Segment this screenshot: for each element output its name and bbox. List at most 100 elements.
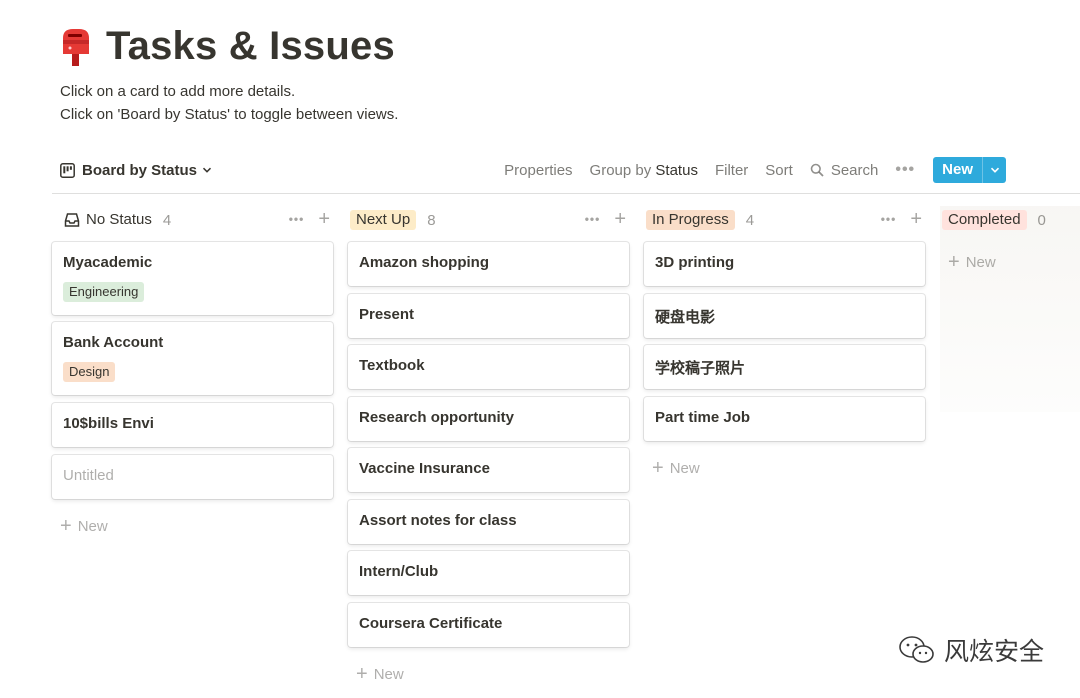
toolbar-divider bbox=[52, 193, 1080, 194]
card-title: 10$bills Envi bbox=[63, 415, 154, 432]
column-status-tag[interactable]: Completed bbox=[942, 210, 1027, 230]
more-icon[interactable]: ••• bbox=[289, 212, 305, 226]
sort-button[interactable]: Sort bbox=[765, 162, 793, 179]
more-icon[interactable]: ••• bbox=[881, 212, 897, 226]
board-card[interactable]: Myacademic Engineering bbox=[52, 242, 333, 315]
add-card-label: New bbox=[965, 254, 996, 271]
board-card[interactable]: Present bbox=[348, 294, 629, 338]
add-card-button[interactable]: + New bbox=[652, 457, 700, 479]
board-card[interactable]: 学校稿子照片 bbox=[644, 345, 925, 389]
column-count: 4 bbox=[745, 211, 755, 229]
search-icon bbox=[810, 163, 824, 177]
column-actions: ••• + bbox=[881, 209, 922, 229]
add-card-label: New bbox=[77, 518, 108, 535]
column-count: 8 bbox=[427, 211, 436, 229]
group-by-value: Status bbox=[655, 161, 698, 179]
search-button[interactable]: Search bbox=[810, 161, 879, 179]
card-title: Untitled bbox=[63, 467, 114, 484]
database-toolbar: Board by Status Properties Group by Stat… bbox=[60, 154, 1080, 186]
board-card[interactable]: Vaccine Insurance bbox=[348, 448, 629, 492]
board-column: In Progress 4 ••• +3D printing 硬盘电影 学校稿子照片 Par… bbox=[644, 206, 926, 478]
board-card[interactable]: Amazon shopping bbox=[348, 242, 629, 286]
card-title: Intern/Club bbox=[359, 563, 439, 580]
board-card[interactable]: Research opportunity bbox=[348, 397, 629, 441]
board-card[interactable]: 3D printing bbox=[644, 242, 925, 286]
card-title: 3D printing bbox=[655, 254, 735, 271]
new-button[interactable]: New bbox=[933, 157, 1006, 183]
board-card[interactable]: Coursera Certificate bbox=[348, 603, 629, 647]
plus-icon[interactable]: + bbox=[614, 209, 626, 229]
chevron-down-icon bbox=[990, 167, 999, 173]
add-card-button[interactable]: + New bbox=[356, 663, 404, 685]
filter-button[interactable]: Filter bbox=[715, 162, 748, 179]
chevron-down-icon bbox=[203, 167, 212, 173]
inbox-icon bbox=[64, 213, 80, 227]
more-icon[interactable]: ••• bbox=[585, 212, 601, 226]
card-title: 硬盘电影 bbox=[655, 309, 716, 326]
board-card[interactable]: Untitled bbox=[52, 455, 333, 499]
more-options-icon[interactable]: ••• bbox=[895, 161, 915, 179]
board-column: No Status 4 ••• + Myacademic Engineering Bank … bbox=[52, 206, 334, 536]
board-card[interactable]: 硬盘电影 bbox=[644, 294, 925, 338]
card-title: Coursera Certificate bbox=[359, 615, 503, 632]
add-card-label: New bbox=[669, 460, 700, 477]
watermark: 风炫安全 bbox=[898, 632, 1044, 668]
completed-column-background bbox=[940, 206, 1080, 412]
description-line: Click on 'Board by Status' to toggle bet… bbox=[60, 106, 399, 123]
new-dropdown-button[interactable] bbox=[983, 157, 1006, 183]
column-count: 0 bbox=[1037, 211, 1046, 229]
card-tag: Engineering bbox=[63, 282, 145, 302]
column-status-tag[interactable]: Next Up bbox=[350, 210, 417, 230]
column-header[interactable]: Next Up 8 ••• + bbox=[348, 206, 630, 234]
column-status-tag[interactable]: In Progress bbox=[646, 210, 735, 230]
description-line: Click on a card to add more details. bbox=[60, 83, 296, 100]
card-title: Assort notes for class bbox=[359, 512, 517, 529]
page-header: Tasks & Issues Click on a card to add mo… bbox=[60, 18, 398, 126]
card-title: Bank Account bbox=[63, 334, 164, 351]
plus-icon[interactable]: + bbox=[318, 209, 330, 229]
group-by-label: Group by bbox=[589, 161, 652, 179]
board-card[interactable]: Part time Job bbox=[644, 397, 925, 441]
card-title: Present bbox=[359, 306, 415, 323]
page-title[interactable]: Tasks & Issues bbox=[106, 24, 395, 69]
board-view-icon bbox=[60, 162, 75, 178]
plus-icon: + bbox=[356, 663, 368, 685]
new-button-label[interactable]: New bbox=[933, 157, 983, 183]
board-column: Completed 0 + New bbox=[940, 206, 1080, 272]
add-card-button[interactable]: + New bbox=[60, 515, 108, 537]
plus-icon: + bbox=[948, 251, 960, 273]
view-selector-label: Board by Status bbox=[82, 161, 198, 179]
column-status-tag[interactable]: No Status bbox=[86, 211, 152, 229]
properties-button[interactable]: Properties bbox=[504, 162, 572, 179]
toolbar-actions: Properties Group by Status Filter Sort S… bbox=[487, 157, 1006, 183]
plus-icon[interactable]: + bbox=[910, 209, 922, 229]
column-header[interactable]: In Progress 4 ••• + bbox=[644, 206, 926, 234]
column-actions: ••• + bbox=[585, 209, 626, 229]
column-actions: ••• + bbox=[289, 209, 330, 229]
card-tag: Design bbox=[63, 362, 116, 382]
board-card[interactable]: Textbook bbox=[348, 345, 629, 389]
board-card[interactable]: Bank Account Design bbox=[52, 322, 333, 395]
postbox-icon[interactable] bbox=[60, 26, 92, 66]
plus-icon: + bbox=[60, 515, 72, 537]
card-title: 学校稿子照片 bbox=[655, 360, 746, 377]
column-count: 4 bbox=[162, 211, 172, 229]
plus-icon: + bbox=[652, 457, 664, 479]
view-selector[interactable]: Board by Status bbox=[60, 162, 212, 179]
group-by-button[interactable]: Group by Status bbox=[590, 162, 698, 179]
page-description: Click on a card to add more details. Cli… bbox=[60, 80, 398, 126]
add-card-label: New bbox=[373, 666, 404, 683]
board-card[interactable]: Intern/Club bbox=[348, 551, 629, 595]
board-card[interactable]: 10$bills Envi bbox=[52, 403, 333, 447]
column-header[interactable]: No Status 4 ••• + bbox=[52, 206, 334, 234]
column-header[interactable]: Completed 0 bbox=[940, 206, 1080, 234]
wechat-icon bbox=[899, 636, 934, 663]
watermark-text: 风炫安全 bbox=[943, 637, 1044, 666]
add-card-button[interactable]: + New bbox=[948, 251, 996, 273]
card-title: Myacademic bbox=[63, 254, 153, 271]
search-label: Search bbox=[830, 161, 879, 179]
card-title: Amazon shopping bbox=[359, 254, 489, 271]
card-title: Research opportunity bbox=[359, 409, 515, 426]
card-title: Part time Job bbox=[655, 409, 751, 426]
board-card[interactable]: Assort notes for class bbox=[348, 500, 629, 544]
